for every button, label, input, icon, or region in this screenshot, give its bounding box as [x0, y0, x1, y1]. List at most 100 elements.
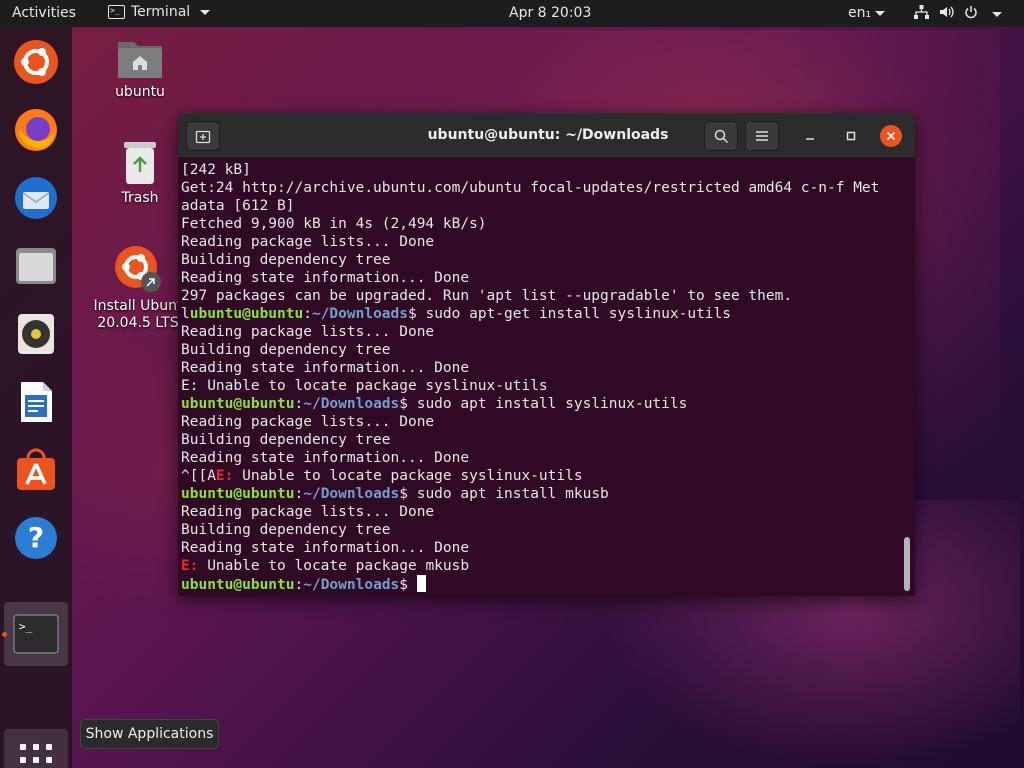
libreoffice-writer-icon[interactable]: [10, 376, 62, 428]
terminal-line-text: Fetched 9,900 kB in 4s (2,494 kB/s): [181, 216, 487, 232]
desktop-home-folder[interactable]: ubuntu: [100, 36, 180, 101]
terminal-line-text: Reading package lists... Done: [181, 324, 435, 340]
terminal-line: Reading package lists... Done: [181, 413, 901, 431]
network-icon: [914, 5, 929, 23]
terminal-line: Reading package lists... Done: [181, 233, 901, 251]
dock: ? >_: [0, 27, 72, 768]
terminal-line-text: Reading state information... Done: [181, 270, 470, 286]
prompt-command: $ sudo apt install syslinux-utils: [399, 396, 688, 412]
menu-button[interactable]: [745, 121, 779, 151]
chevron-down-icon: [200, 9, 211, 15]
terminal-line-text: Reading package lists... Done: [181, 234, 435, 250]
maximize-icon: [846, 131, 856, 141]
power-icon: [964, 5, 978, 23]
clock[interactable]: Apr 8 20:03: [509, 5, 591, 21]
prompt-command: $ sudo apt-get install syslinux-utils: [408, 306, 732, 322]
desktop-install-label-2: 20.04.5 LTS: [97, 315, 179, 331]
terminal-line-text: adata [612 B]: [181, 198, 295, 214]
desktop-install-ubuntu[interactable]: Install Ubunt 20.04.5 LTS: [90, 244, 186, 332]
terminal-line: Get:24 http://archive.ubuntu.com/ubuntu …: [181, 179, 901, 197]
close-icon: [886, 131, 896, 141]
firefox-icon[interactable]: [10, 104, 62, 156]
new-tab-button[interactable]: [186, 121, 220, 151]
prompt-command: $ sudo apt install mkusb: [399, 486, 609, 502]
minimize-button[interactable]: [800, 126, 820, 146]
terminal-line: Building dependency tree: [181, 431, 901, 449]
chevron-down-icon: [992, 11, 1002, 17]
desktop-home-label: ubuntu: [115, 84, 165, 100]
terminal-line-text: Reading package lists... Done: [181, 504, 435, 520]
terminal-header-bar[interactable]: ubuntu@ubuntu: ~/Downloads: [178, 113, 915, 158]
top-bar: Activities >_ Terminal Apr 8 20:03 en₁: [0, 0, 1024, 27]
terminal-window[interactable]: ubuntu@ubuntu: ~/Downloads [242 kB] Get:2…: [178, 113, 915, 596]
new-tab-icon: [195, 130, 211, 144]
terminal-icon: >_: [108, 5, 125, 19]
terminal-line: ubuntu@ubuntu:~/Downloads$ sudo apt inst…: [181, 485, 901, 503]
prompt-path: ~/Downloads: [303, 486, 400, 502]
terminal-line: Building dependency tree: [181, 251, 901, 269]
terminal-line-text: Building dependency tree: [181, 252, 391, 268]
error-text: Unable to locate package syslinux-utils: [233, 468, 583, 484]
system-menu[interactable]: [914, 5, 1002, 23]
chevron-down-icon: [875, 10, 886, 16]
minimize-icon: [806, 138, 814, 140]
prompt-separator: :: [294, 396, 304, 412]
app-menu[interactable]: >_ Terminal: [108, 4, 211, 20]
terminal-line: ^[[AE: Unable to locate package syslinux…: [181, 467, 901, 485]
terminal-output[interactable]: [242 kB] Get:24 http://archive.ubuntu.com…: [181, 161, 901, 594]
activities-button[interactable]: Activities: [12, 5, 76, 21]
desktop-trash[interactable]: Trash: [100, 140, 180, 207]
prompt-path: ~/Downloads: [303, 396, 400, 412]
terminal-line: [242 kB]: [181, 161, 901, 179]
terminal-line: E: Unable to locate package mkusb: [181, 557, 901, 575]
search-icon: [714, 129, 728, 143]
prompt-separator: :: [294, 577, 304, 593]
terminal-line: Reading state information... Done: [181, 449, 901, 467]
hamburger-menu-icon: [756, 131, 768, 141]
terminal-scrollbar[interactable]: [904, 537, 910, 591]
home-folder-icon: [118, 42, 162, 78]
error-marker: E:: [215, 468, 234, 484]
running-indicator: [2, 632, 7, 637]
grid-icon: [20, 744, 52, 763]
prompt-user: ubuntu@ubuntu: [181, 577, 295, 593]
terminal-line-text: E: Unable to locate package syslinux-uti…: [181, 378, 548, 394]
svg-text:>_: >_: [19, 620, 33, 633]
terminal-line: Building dependency tree: [181, 521, 901, 539]
terminal-line: Reading state information... Done: [181, 539, 901, 557]
svg-text:?: ?: [28, 521, 44, 554]
trash-icon: [124, 142, 156, 184]
terminal-title: ubuntu@ubuntu: ~/Downloads: [427, 127, 669, 143]
rhythmbox-icon[interactable]: [10, 308, 62, 360]
search-button[interactable]: [704, 121, 738, 151]
prompt-user: ubuntu@ubuntu: [181, 396, 295, 412]
prompt-user: ubuntu@ubuntu: [189, 306, 304, 322]
help-icon[interactable]: ?: [10, 512, 62, 564]
desktop-trash-label: Trash: [121, 190, 159, 206]
terminal-line: Reading package lists... Done: [181, 503, 901, 521]
app-menu-label: Terminal: [131, 4, 191, 20]
show-applications-tooltip: Show Applications: [80, 719, 219, 749]
maximize-button[interactable]: [841, 126, 861, 146]
show-applications-button[interactable]: [4, 729, 68, 768]
ubuntu-installer-icon: [115, 246, 161, 292]
prompt-path: ~/Downloads: [303, 577, 400, 593]
prompt-separator: :: [303, 306, 312, 322]
ubuntu-installer-icon[interactable]: [10, 36, 62, 88]
thunderbird-icon[interactable]: [10, 172, 62, 224]
terminal-line-prefix: l: [181, 306, 190, 322]
terminal-app-icon[interactable]: >_: [10, 608, 62, 660]
terminal-line: Reading state information... Done: [181, 269, 901, 287]
terminal-line: E: Unable to locate package syslinux-uti…: [181, 377, 901, 395]
close-button[interactable]: [880, 125, 902, 147]
terminal-line: Building dependency tree: [181, 341, 901, 359]
input-source-menu[interactable]: en₁: [848, 5, 886, 21]
terminal-line: 297 packages can be upgraded. Run 'apt l…: [181, 287, 901, 305]
terminal-line: adata [612 B]: [181, 197, 901, 215]
ubuntu-software-icon[interactable]: [10, 444, 62, 496]
terminal-line: ubuntu@ubuntu:~/Downloads$ sudo apt inst…: [181, 395, 901, 413]
files-icon[interactable]: [10, 240, 62, 292]
error-text: Unable to locate package mkusb: [198, 558, 470, 574]
terminal-line-text: Building dependency tree: [181, 432, 391, 448]
terminal-line: Reading package lists... Done: [181, 323, 901, 341]
